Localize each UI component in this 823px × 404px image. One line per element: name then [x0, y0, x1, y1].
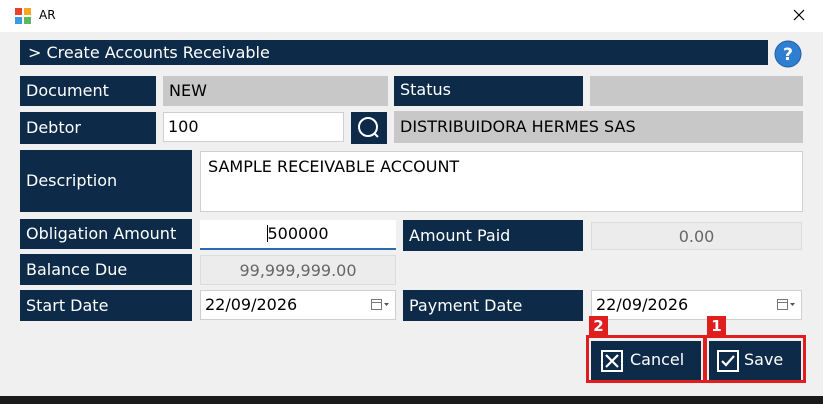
amount-paid-value: 0.00: [591, 222, 802, 250]
debtor-name: DISTRIBUIDORA HERMES SAS: [394, 111, 803, 143]
help-icon[interactable]: ?: [774, 40, 802, 68]
title-bar: AR: [0, 0, 823, 32]
document-label: Document: [20, 76, 156, 106]
close-icon[interactable]: [790, 6, 808, 24]
balance-due-value: 99,999,999.00: [200, 255, 396, 285]
description-input[interactable]: SAMPLE RECEIVABLE ACCOUNT: [200, 151, 803, 212]
debtor-input[interactable]: 100: [163, 112, 344, 142]
save-highlight-box: [704, 335, 806, 383]
balance-due-label: Balance Due: [20, 254, 192, 285]
app-logo-icon: [15, 8, 31, 24]
save-step-badge: 1: [707, 316, 726, 337]
document-value: NEW: [163, 76, 388, 106]
obligation-amount-value: 500000: [267, 224, 329, 243]
window: AR > Create Accounts Receivable ? Docume…: [0, 0, 823, 396]
cancel-highlight-box: [586, 335, 706, 383]
form-content: > Create Accounts Receivable ? Document …: [0, 32, 823, 396]
start-date-picker[interactable]: 22/09/2026: [200, 290, 396, 320]
debtor-label: Debtor: [20, 112, 156, 144]
description-label: Description: [20, 150, 192, 212]
obligation-amount-input[interactable]: 500000: [200, 220, 396, 250]
cancel-step-badge: 2: [589, 316, 608, 337]
amount-paid-label: Amount Paid: [403, 220, 583, 251]
section-header: > Create Accounts Receivable: [20, 40, 768, 65]
payment-date-picker[interactable]: 22/09/2026: [591, 290, 802, 320]
status-label: Status: [394, 76, 583, 106]
calendar-icon[interactable]: [371, 299, 389, 311]
debtor-search-button[interactable]: [351, 112, 387, 144]
obligation-amount-label: Obligation Amount: [20, 219, 192, 249]
payment-date-value: 22/09/2026: [596, 295, 689, 314]
payment-date-label: Payment Date: [403, 290, 583, 321]
status-value: [590, 76, 803, 106]
section-title: > Create Accounts Receivable: [28, 43, 270, 62]
start-date-label: Start Date: [20, 290, 192, 321]
start-date-value: 22/09/2026: [205, 295, 298, 314]
window-title: AR: [39, 8, 56, 22]
svg-text:?: ?: [783, 45, 793, 65]
search-icon: [358, 117, 379, 138]
calendar-icon[interactable]: [777, 299, 795, 311]
